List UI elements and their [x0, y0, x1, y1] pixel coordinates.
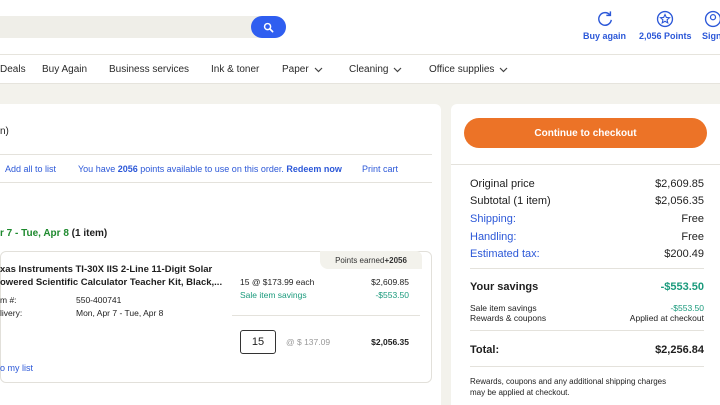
delivery-label: livery: [0, 308, 23, 318]
total-value: $2,256.84 [655, 344, 704, 356]
nav-item-label: Ink & toner [211, 64, 260, 75]
points-earned-label: Points earned [335, 255, 385, 265]
chevron-down-icon [499, 67, 508, 72]
search-icon [263, 22, 274, 32]
original-price-label: Original price [470, 178, 535, 190]
handling-label[interactable]: Handling: [470, 231, 516, 243]
nav-item-label: Office supplies [429, 64, 495, 75]
add-all-to-list-link[interactable]: Add all to list [5, 164, 56, 174]
original-price-value: $2,609.85 [655, 178, 704, 190]
shipping-row: Shipping: Free [470, 213, 704, 225]
product-title-line: owered Scientific Calculator Teacher Kit… [0, 277, 223, 288]
search-input[interactable] [0, 16, 286, 38]
nav-item-buy-again[interactable]: Buy Again [42, 64, 87, 75]
nav-item-deals[interactable]: Deals [0, 64, 26, 75]
nav-item-label: Cleaning [349, 64, 389, 75]
delivery-count: (1 item) [68, 228, 108, 239]
checkout-note: Rewards, coupons and any additional ship… [470, 376, 666, 398]
delivery-heading: r 7 - Tue, Apr 8 (1 item) [0, 228, 107, 239]
estimated-tax-row: Estimated tax: $200.49 [470, 248, 704, 260]
handling-row: Handling: Free [470, 231, 704, 243]
estimated-tax-value: $200.49 [664, 248, 704, 260]
shipping-value: Free [681, 213, 704, 225]
sale-savings-value: -$553.50 [670, 303, 704, 313]
divider [0, 154, 432, 155]
sign-in-label: Sign [702, 31, 720, 41]
divider [0, 182, 432, 183]
line-total: $2,056.35 [371, 337, 409, 347]
sale-savings-label: Sale item savings [470, 303, 537, 313]
continue-to-checkout-button[interactable]: Continue to checkout [464, 118, 707, 148]
delivery-value: Mon, Apr 7 - Tue, Apr 8 [76, 308, 164, 318]
divider [470, 330, 704, 331]
checkout-note-line: may be applied at checkout. [470, 388, 570, 397]
delivery-range: r 7 - Tue, Apr 8 [0, 228, 69, 239]
site-header: Buy again 2,056 Points Sign [0, 0, 720, 54]
shipping-label[interactable]: Shipping: [470, 213, 516, 225]
nav-item-label: Paper [282, 64, 309, 75]
points-count: 2056 [117, 164, 138, 174]
checkout-note-line: Rewards, coupons and any additional ship… [470, 377, 667, 386]
nav-item-label: Buy Again [42, 64, 88, 75]
divider [232, 315, 420, 316]
move-to-list-link[interactable]: o my list [0, 363, 33, 373]
total-row: Total: $2,256.84 [470, 344, 704, 356]
sale-savings-amount: -$553.50 [375, 290, 409, 300]
rewards-row: Rewards & coupons Applied at checkout [470, 313, 704, 323]
divider [451, 164, 720, 165]
star-icon [657, 10, 674, 28]
subtotal-label: Subtotal (1 item) [470, 195, 551, 207]
nav-item-business-services[interactable]: Business services [109, 64, 189, 75]
savings-label: Your savings [470, 281, 539, 293]
divider [470, 268, 704, 269]
sale-savings-row: Sale item savings -$553.50 [470, 303, 704, 313]
original-line-total: $2,609.85 [371, 277, 409, 287]
buy-again-label: Buy again [583, 31, 627, 41]
search-button[interactable] [251, 16, 286, 38]
nav-item-cleaning[interactable]: Cleaning [349, 64, 402, 75]
item-number-value: 550-400741 [76, 295, 122, 305]
user-icon [704, 10, 720, 28]
original-price-row: Original price $2,609.85 [470, 178, 704, 190]
subtotal-row: Subtotal (1 item) $2,056.35 [470, 195, 704, 207]
category-nav: Deals Buy Again Business services Ink & … [0, 54, 720, 84]
chevron-down-icon [394, 67, 402, 72]
rewards-label: Rewards & coupons [470, 313, 547, 323]
sign-in-link[interactable]: Sign [702, 10, 720, 41]
points-earned-badge: Points earned +2056 [320, 251, 422, 269]
savings-value: -$553.50 [660, 281, 704, 293]
quantity-input[interactable]: 15 [240, 330, 276, 354]
refresh-icon [597, 11, 612, 26]
print-cart-link[interactable]: Print cart [362, 164, 398, 174]
unit-price: @ $ 137.09 [286, 337, 331, 347]
nav-item-office-supplies[interactable]: Office supplies [429, 64, 508, 75]
product-title-link[interactable]: xas Instruments TI-30X IIS 2-Line 11-Dig… [0, 263, 222, 289]
points-message: You have 2056 points available to use on… [78, 164, 342, 174]
nav-item-ink-toner[interactable]: Ink & toner [211, 64, 259, 75]
points-earned-value: +2056 [384, 255, 407, 265]
points-msg-prefix: You have [78, 164, 118, 174]
subtotal-value: $2,056.35 [655, 195, 704, 207]
product-title-line: xas Instruments TI-30X IIS 2-Line 11-Dig… [0, 264, 213, 275]
rewards-value: Applied at checkout [629, 313, 704, 323]
points-msg-suffix: points available to use on this order. [137, 164, 287, 174]
chevron-down-icon [314, 67, 323, 72]
cart-heading: n) [0, 126, 9, 137]
qty-price-each: 15 @ $173.99 each [240, 277, 315, 287]
points-link[interactable]: 2,056 Points [639, 10, 692, 41]
nav-item-label: Business services [109, 64, 190, 75]
total-label: Total: [470, 344, 500, 356]
handling-value: Free [681, 231, 704, 243]
nav-item-paper[interactable]: Paper [282, 64, 323, 75]
divider [470, 366, 704, 367]
points-label: 2,056 Points [639, 31, 692, 41]
sale-item-savings-label: Sale item savings [240, 290, 307, 300]
buy-again-link[interactable]: Buy again [583, 10, 626, 41]
item-number-label: m #: [0, 295, 17, 305]
redeem-now-link[interactable]: Redeem now [286, 164, 342, 174]
estimated-tax-label[interactable]: Estimated tax: [470, 248, 540, 260]
savings-row: Your savings -$553.50 [470, 281, 704, 293]
nav-item-label: Deals [0, 64, 26, 75]
